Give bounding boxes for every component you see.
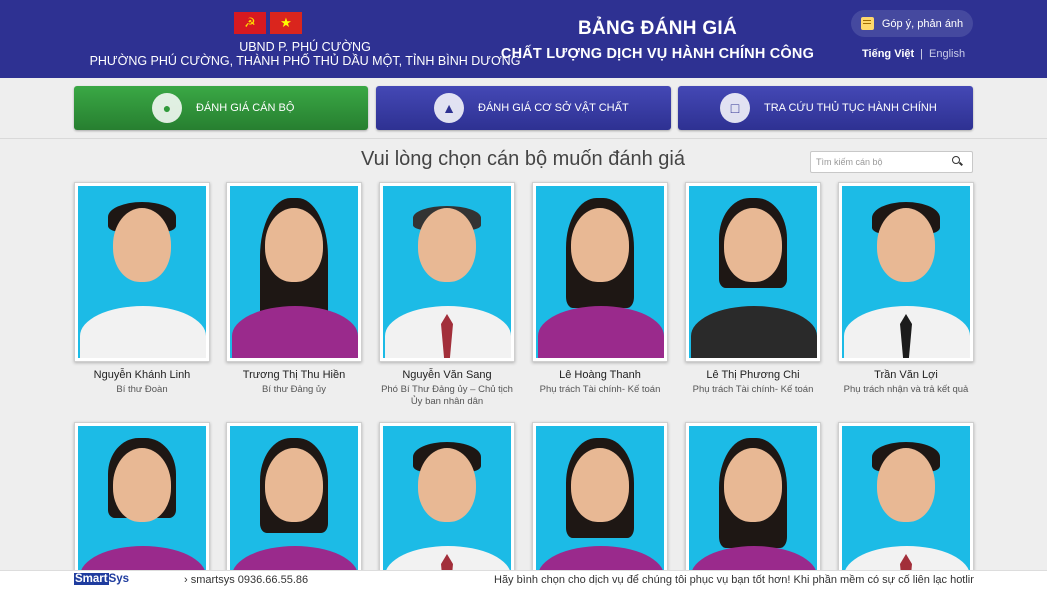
staff-card[interactable] — [838, 422, 974, 589]
lang-english[interactable]: English — [929, 48, 965, 60]
staff-name: Lê Thị Phương Chi — [706, 369, 800, 381]
footer-ticker: SmartSys › smartsys 0936.66.55.86 Hãy bì… — [0, 570, 1047, 589]
staff-photo[interactable] — [226, 182, 362, 362]
divider — [0, 138, 1047, 139]
brand-part1: Smart — [74, 573, 109, 585]
staff-card[interactable] — [532, 422, 668, 589]
staff-name: Lê Hoàng Thanh — [559, 369, 641, 381]
language-switch: Tiếng Việt | English — [862, 48, 965, 60]
staff-name: Nguyễn Văn Sang — [402, 369, 492, 381]
document-search-icon: □ — [720, 93, 750, 123]
lang-vietnamese[interactable]: Tiếng Việt — [862, 48, 914, 60]
page-title: BẢNG ĐÁNH GIÁ CHẤT LƯỢNG DỊCH VỤ HÀNH CH… — [490, 18, 825, 62]
brand-logo: SmartSys — [74, 573, 129, 585]
staff-card[interactable] — [379, 422, 515, 589]
staff-name: Trương Thị Thu Hiền — [242, 369, 346, 381]
staff-card[interactable]: Lê Hoàng Thanh Phụ trách Tài chính- Kế t… — [532, 182, 668, 396]
staff-name: Trần Văn Lợi — [874, 369, 938, 381]
staff-role: Bí thư Đoàn — [116, 384, 168, 395]
search-input[interactable] — [811, 152, 949, 172]
party-flag-icon: ☭ — [234, 12, 266, 34]
search-box — [810, 151, 973, 173]
title-line1: BẢNG ĐÁNH GIÁ — [577, 18, 738, 39]
staff-photo[interactable] — [379, 422, 515, 589]
staff-role: Phó Bí Thư Đảng ủy – Chủ tịch Ủy ban nhâ… — [381, 384, 513, 407]
staff-card[interactable]: Lê Thị Phương Chi Phụ trách Tài chính- K… — [685, 182, 821, 396]
staff-photo[interactable] — [685, 182, 821, 362]
nav-lookup-procedures-label: TRA CỨU THỦ TỤC HÀNH CHÍNH — [764, 102, 937, 114]
staff-photo[interactable] — [532, 182, 668, 362]
staff-role: Phụ trách Tài chính- Kế toán — [539, 384, 661, 395]
brand-part2: Sys — [108, 573, 130, 585]
section-title: Vui lòng chọn cán bộ muốn đánh giá — [361, 148, 685, 170]
staff-photo[interactable] — [685, 422, 821, 589]
flags: ☭ ★ — [234, 12, 302, 34]
user-icon: ● — [152, 93, 182, 123]
staff-role: Phụ trách Tài chính- Kế toán — [692, 384, 814, 395]
staff-card[interactable]: Trương Thị Thu Hiền Bí thư Đảng ủy — [226, 182, 362, 396]
nav-evaluate-staff-button[interactable]: ● ĐÁNH GIÁ CÁN BỘ — [74, 86, 368, 130]
feedback-label: Góp ý, phản ánh — [881, 17, 964, 30]
lang-separator: | — [920, 48, 924, 60]
nav-evaluate-facilities-label: ĐÁNH GIÁ CƠ SỞ VẬT CHẤT — [478, 102, 629, 114]
staff-card[interactable]: Nguyễn Khánh Linh Bí thư Đoàn — [74, 182, 210, 396]
staff-card[interactable] — [74, 422, 210, 589]
thumbs-up-icon: ▲ — [434, 93, 464, 123]
staff-photo[interactable] — [74, 422, 210, 589]
note-icon — [860, 17, 874, 30]
staff-photo[interactable] — [226, 422, 362, 589]
nav-evaluate-staff-label: ĐÁNH GIÁ CÁN BỘ — [196, 102, 295, 114]
staff-photo[interactable] — [532, 422, 668, 589]
staff-photo[interactable] — [838, 422, 974, 589]
staff-name: Nguyễn Khánh Linh — [93, 369, 191, 381]
staff-card[interactable] — [226, 422, 362, 589]
title-line2: CHẤT LƯỢNG DỊCH VỤ HÀNH CHÍNH CÔNG — [500, 46, 815, 62]
nav-lookup-procedures-button[interactable]: □ TRA CỨU THỦ TỤC HÀNH CHÍNH — [678, 86, 973, 130]
staff-photo[interactable] — [379, 182, 515, 362]
feedback-button[interactable]: Góp ý, phản ánh — [851, 10, 973, 37]
staff-card[interactable]: Nguyễn Văn Sang Phó Bí Thư Đảng ủy – Chủ… — [379, 182, 515, 408]
staff-role: Phụ trách nhận và trả kết quả — [843, 384, 969, 395]
search-icon[interactable] — [949, 153, 967, 171]
staff-card[interactable]: Trần Văn Lợi Phụ trách nhận và trả kết q… — [838, 182, 974, 396]
staff-photo[interactable] — [838, 182, 974, 362]
staff-role: Bí thư Đảng ủy — [262, 384, 326, 395]
marquee-text: Hãy bình chọn cho dịch vụ để chúng tôi p… — [494, 574, 974, 586]
contact-info: › smartsys 0936.66.55.86 — [184, 574, 309, 586]
staff-card[interactable] — [685, 422, 821, 589]
staff-photo[interactable] — [74, 182, 210, 362]
nav-evaluate-facilities-button[interactable]: ▲ ĐÁNH GIÁ CƠ SỞ VẬT CHẤT — [376, 86, 671, 130]
header: ☭ ★ UBND P. PHÚ CƯỜNG PHƯỜNG PHÚ CƯỜNG, … — [0, 0, 1047, 78]
vietnam-flag-icon: ★ — [270, 12, 302, 34]
